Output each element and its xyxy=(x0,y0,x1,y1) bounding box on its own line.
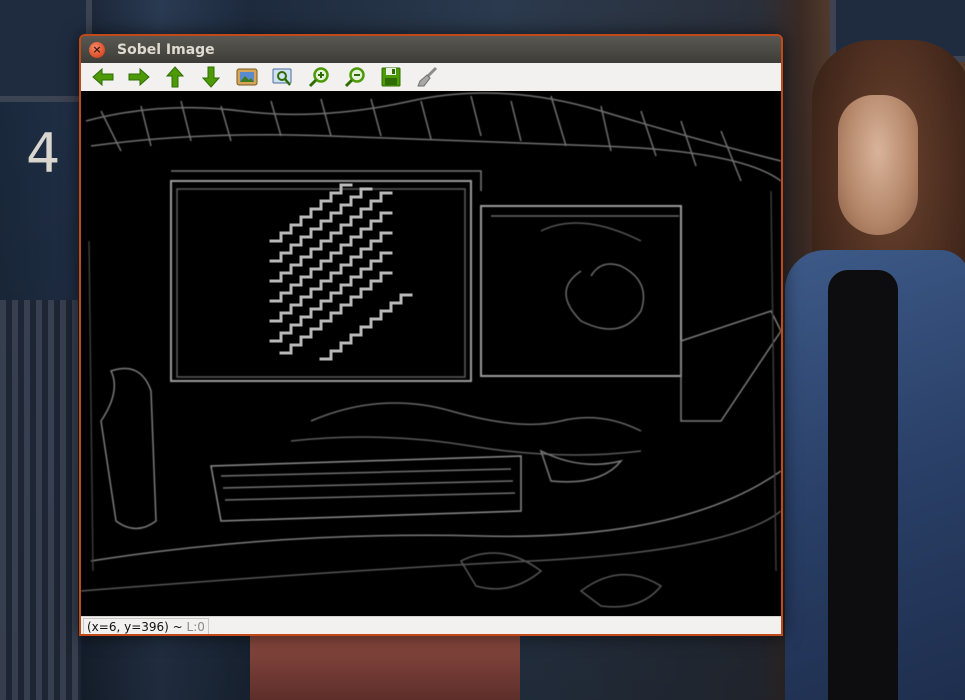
zoom-original-icon xyxy=(272,68,292,86)
wallpaper-red-shirt xyxy=(250,635,520,700)
properties-button[interactable] xyxy=(413,65,441,89)
sobel-edge-image xyxy=(81,91,781,616)
arrow-right-icon xyxy=(128,67,150,87)
cursor-status: (x=6, y=396) ~ L:0 xyxy=(83,618,209,634)
arrow-up-icon xyxy=(165,66,185,88)
wallpaper-person-face xyxy=(838,95,918,235)
wallpaper-shutter xyxy=(0,300,80,700)
save-button[interactable] xyxy=(377,65,405,89)
pyramid-level: L:0 xyxy=(186,620,205,634)
wallpaper-digit: 4 xyxy=(26,122,61,185)
wallpaper-person-shirt xyxy=(828,270,898,700)
zoom-out-icon xyxy=(344,67,365,88)
image-canvas[interactable] xyxy=(81,91,781,616)
close-icon: × xyxy=(92,43,102,56)
pan-down-button[interactable] xyxy=(197,65,225,89)
window-title: Sobel Image xyxy=(117,41,215,58)
zoom-in-button[interactable] xyxy=(305,65,333,89)
zoom-in-icon xyxy=(308,67,329,88)
pan-up-button[interactable] xyxy=(161,65,189,89)
zoom-original-button[interactable] xyxy=(269,65,297,89)
close-button[interactable]: × xyxy=(89,41,105,58)
image-fit-icon xyxy=(236,68,258,86)
status-bar: (x=6, y=396) ~ L:0 xyxy=(81,616,781,634)
pan-right-button[interactable] xyxy=(125,65,153,89)
save-icon xyxy=(381,67,401,87)
title-bar[interactable]: × Sobel Image xyxy=(81,36,781,63)
arrow-down-icon xyxy=(201,66,221,88)
brush-icon xyxy=(417,66,438,87)
zoom-fit-button[interactable] xyxy=(233,65,261,89)
image-viewer-window[interactable]: × Sobel Image (x=6, y=396) ~ L:0 xyxy=(79,34,783,636)
cursor-coords: (x=6, y=396) ~ xyxy=(87,620,187,634)
arrow-left-icon xyxy=(92,67,114,87)
pan-left-button[interactable] xyxy=(89,65,117,89)
zoom-out-button[interactable] xyxy=(341,65,369,89)
toolbar xyxy=(81,63,781,92)
